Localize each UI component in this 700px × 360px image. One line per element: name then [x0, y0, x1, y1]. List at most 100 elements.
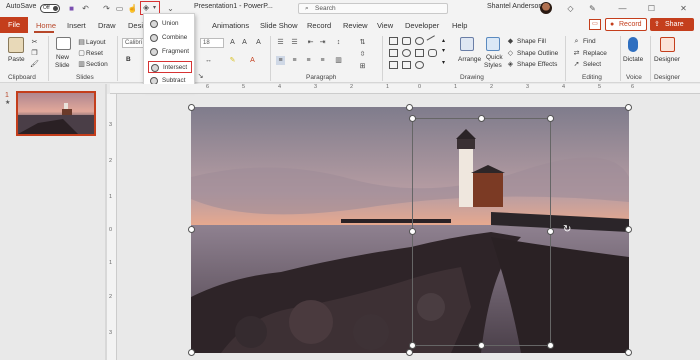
tab-draw[interactable]: Draw: [98, 21, 116, 30]
minimize-icon[interactable]: —: [617, 3, 628, 14]
present-icon[interactable]: ▭: [114, 3, 125, 14]
numbering-icon[interactable]: ☰: [290, 38, 299, 47]
gallery-more-icon[interactable]: ▾: [442, 59, 445, 66]
tab-insert[interactable]: Insert: [67, 21, 86, 30]
quick-styles-label[interactable]: Quick: [486, 54, 503, 61]
premium-icon[interactable]: ◇: [565, 3, 576, 14]
align-left-icon[interactable]: ≡: [276, 56, 285, 65]
menu-item-fragment[interactable]: Fragment: [148, 46, 192, 58]
font-size-select[interactable]: 18: [200, 38, 224, 48]
rounded-rectangle-shape-icon[interactable]: [402, 37, 411, 45]
justify-icon[interactable]: ≡: [318, 56, 327, 65]
replace-icon[interactable]: ⇄: [572, 49, 581, 58]
shapes-gallery[interactable]: ▴ ▾ ▾: [389, 35, 451, 71]
rectangle-shape-outline[interactable]: [412, 118, 551, 346]
designer-icon[interactable]: [660, 37, 675, 52]
arrange-button[interactable]: Arrange: [458, 56, 481, 63]
maximize-icon[interactable]: ☐: [646, 3, 657, 14]
align-text-icon[interactable]: ⇳: [358, 50, 367, 59]
align-center-icon[interactable]: ≡: [290, 56, 299, 65]
quick-styles-icon[interactable]: [486, 37, 500, 51]
undo-icon[interactable]: ↶: [80, 3, 91, 14]
shape-outline-icon[interactable]: ◇: [506, 49, 515, 58]
smartart-icon[interactable]: ⊞: [358, 62, 367, 71]
copy-icon[interactable]: ❐: [30, 49, 39, 58]
columns-icon[interactable]: ▥: [334, 56, 343, 65]
shape-handle[interactable]: [547, 115, 554, 122]
tab-slide-show[interactable]: Slide Show: [260, 21, 298, 30]
callout-shape-icon[interactable]: [428, 49, 437, 57]
shape-outline-button[interactable]: Shape Outline: [517, 50, 558, 57]
tab-review[interactable]: Review: [343, 21, 368, 30]
brace-shape-icon[interactable]: [402, 61, 411, 69]
arrow-shape-icon[interactable]: [389, 49, 398, 57]
gallery-up-icon[interactable]: ▴: [442, 37, 445, 44]
shape-handle[interactable]: [409, 228, 416, 235]
bracket-shape-icon[interactable]: [389, 61, 398, 69]
tab-file[interactable]: File: [0, 17, 28, 33]
circle-shape-icon[interactable]: [402, 49, 411, 57]
bullets-icon[interactable]: ☰: [276, 38, 285, 47]
menu-item-combine[interactable]: Combine: [148, 32, 192, 44]
shape-fill-button[interactable]: Shape Fill: [517, 38, 546, 45]
tab-view[interactable]: View: [377, 21, 393, 30]
autosave-toggle[interactable]: Off: [40, 4, 60, 13]
resize-handle[interactable]: [625, 104, 632, 111]
tab-help[interactable]: Help: [452, 21, 467, 30]
pen-icon[interactable]: ✎: [587, 3, 598, 14]
resize-handle[interactable]: [188, 349, 195, 356]
resize-handle[interactable]: [625, 349, 632, 356]
text-spacing-icon[interactable]: ↔: [204, 56, 213, 65]
close-icon[interactable]: ✕: [678, 3, 689, 14]
align-right-icon[interactable]: ≡: [304, 56, 313, 65]
new-slide-label-2[interactable]: Slide: [55, 62, 69, 69]
gallery-down-icon[interactable]: ▾: [442, 47, 445, 54]
line-shape-icon[interactable]: [426, 35, 439, 47]
paste-icon[interactable]: [8, 37, 24, 53]
shape-fill-icon[interactable]: ◆: [506, 37, 515, 46]
comments-button[interactable]: ▭: [589, 19, 601, 30]
text-direction-icon[interactable]: ⇅: [358, 38, 367, 47]
rotate-handle-icon[interactable]: ↻: [563, 224, 571, 235]
reset-icon[interactable]: ▢: [77, 49, 86, 58]
search-input[interactable]: ⌕ Search: [298, 3, 448, 14]
find-icon[interactable]: ⌕: [572, 37, 581, 46]
section-icon[interactable]: ▥: [77, 60, 86, 69]
avatar[interactable]: [540, 2, 552, 14]
layout-button[interactable]: Layout: [86, 39, 106, 46]
tab-home[interactable]: Home: [36, 21, 56, 30]
tab-record[interactable]: Record: [307, 21, 331, 30]
shape-handle[interactable]: [547, 228, 554, 235]
layout-icon[interactable]: ▤: [77, 38, 86, 47]
format-painter-icon[interactable]: 🖌: [30, 60, 39, 69]
select-icon[interactable]: ➚: [572, 60, 581, 69]
menu-item-intersect[interactable]: Intersect: [148, 61, 192, 73]
decrease-indent-icon[interactable]: ⇤: [306, 38, 315, 47]
triangle-shape-icon[interactable]: [415, 49, 424, 57]
reset-button[interactable]: Reset: [86, 50, 103, 57]
star-shape-icon[interactable]: [415, 61, 424, 69]
select-button[interactable]: Select: [583, 61, 601, 68]
line-spacing-icon[interactable]: ↕: [334, 38, 343, 47]
resize-handle[interactable]: [406, 349, 413, 356]
font-launcher-icon[interactable]: ↘: [196, 72, 205, 81]
microphone-icon[interactable]: [628, 37, 638, 52]
record-button[interactable]: ● Record: [605, 18, 647, 31]
rectangle-shape-icon[interactable]: [389, 37, 398, 45]
bold-icon[interactable]: B: [126, 56, 131, 63]
share-button[interactable]: ⇪ Share: [650, 18, 694, 31]
arrange-icon[interactable]: [460, 37, 474, 51]
shape-handle[interactable]: [478, 342, 485, 349]
dictate-button[interactable]: Dictate: [623, 56, 643, 63]
touch-mode-icon[interactable]: ☝: [127, 3, 138, 14]
shape-handle[interactable]: [547, 342, 554, 349]
font-color-icon[interactable]: A: [248, 56, 257, 65]
new-slide-label[interactable]: New: [56, 54, 69, 61]
decrease-font-icon[interactable]: A: [240, 38, 249, 47]
clear-format-icon[interactable]: A: [254, 38, 263, 47]
resize-handle[interactable]: [188, 104, 195, 111]
shape-handle[interactable]: [478, 115, 485, 122]
increase-indent-icon[interactable]: ⇥: [318, 38, 327, 47]
shape-handle[interactable]: [409, 342, 416, 349]
slide-thumbnail[interactable]: [16, 91, 96, 136]
